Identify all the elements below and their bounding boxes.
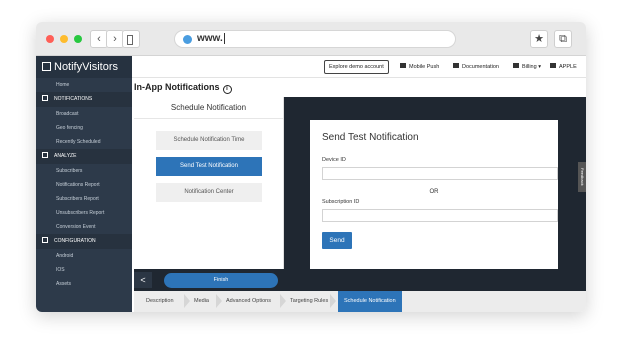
card-icon (513, 63, 519, 68)
sidebar-section-configuration[interactable]: CONFIGURATION (36, 234, 132, 249)
chart-icon (42, 152, 48, 158)
sidebar-item-label: Notifications Report (56, 182, 100, 188)
page-title: In-App Notifications i (134, 82, 232, 94)
notification-center-option[interactable]: Notification Center (156, 183, 262, 202)
send-button[interactable]: Send (322, 232, 352, 249)
sidebar-item-label: Android (56, 253, 74, 259)
user-icon (550, 63, 556, 68)
subscription-id-input[interactable] (322, 209, 558, 222)
account-menu[interactable]: APPLE (550, 60, 577, 74)
sidebar-item-conversion-event[interactable]: Conversion Event (36, 220, 132, 234)
back-button[interactable]: < (134, 272, 152, 288)
bell-icon (42, 95, 48, 101)
sidebar-item-label: ANALYZE (54, 153, 77, 159)
sidebar-item-label: Subscribers Report (56, 196, 99, 202)
step-schedule-notification[interactable]: Schedule Notification (338, 291, 402, 312)
close-window-button[interactable] (46, 35, 54, 43)
sidebar-item-label: Geo fencing (56, 125, 83, 131)
step-description[interactable]: Description (146, 291, 174, 312)
sidebar-item-notifications-report[interactable]: Notifications Report (36, 178, 132, 192)
device-id-input[interactable] (322, 167, 558, 180)
device-id-label: Device ID (322, 157, 346, 163)
sidebar-item-label: NOTIFICATIONS (54, 96, 93, 102)
subscription-id-label: Subscription ID (322, 199, 360, 205)
maximize-window-button[interactable] (74, 35, 82, 43)
sidebar-item-geo-fencing[interactable]: Geo fencing (36, 121, 132, 135)
grid-icon (400, 63, 406, 68)
send-test-option[interactable]: Send Test Notification (156, 157, 262, 176)
sidebar-item-label: IOS (56, 267, 65, 273)
sidebar-item-label: Recently Scheduled (56, 139, 101, 145)
bookmark-star-icon[interactable]: ★ (530, 30, 548, 48)
explore-demo-button[interactable]: Explore demo account (324, 60, 389, 74)
sidebar-item-ios[interactable]: IOS (36, 263, 132, 277)
sidebar: NotifyVisitors Home NOTIFICATIONS Broadcas… (36, 56, 132, 312)
mobile-push-link[interactable]: Mobile Push (400, 60, 439, 74)
feedback-tab[interactable]: Feedback (578, 162, 586, 192)
send-test-dialog: Send Test Notification Device ID OR Subs… (310, 120, 558, 269)
step-advanced-options[interactable]: Advanced Options (226, 291, 271, 312)
document-icon (453, 63, 459, 68)
chevron-right-icon (280, 294, 286, 308)
sidebar-item-recently-scheduled[interactable]: Recently Scheduled (36, 135, 132, 149)
browser-window: ‹ › www. ★ ⧉ NotifyVisitors Home NOTIFICA… (36, 22, 586, 312)
step-breadcrumb: Description Media Advanced Options Targe… (134, 291, 586, 312)
sidebar-item-unsubscribers-report[interactable]: Unsubscribers Report (36, 206, 132, 220)
documentation-link[interactable]: Documentation (453, 60, 499, 74)
sidebar-item-label: Assets (56, 281, 72, 287)
finish-button[interactable]: Finish (164, 273, 278, 288)
sidebar-section-analyze[interactable]: ANALYZE (36, 149, 132, 164)
schedule-panel-heading: Schedule Notification (134, 97, 283, 119)
sidebar-item-label: Unsubscribers Report (56, 210, 105, 216)
logo-icon (42, 62, 51, 71)
new-window-icon[interactable]: ⧉ (554, 30, 572, 48)
chevron-right-icon (330, 294, 336, 308)
schedule-time-option[interactable]: Schedule Notification Time (156, 131, 262, 150)
url-text: www. (197, 33, 223, 45)
brand[interactable]: NotifyVisitors (36, 56, 132, 78)
globe-icon (183, 35, 192, 44)
address-bar[interactable]: www. (174, 30, 456, 48)
chevron-right-icon (184, 294, 190, 308)
info-icon[interactable]: i (222, 85, 232, 94)
step-targeting-rules[interactable]: Targeting Rules (290, 291, 328, 312)
sidebar-item-label: Conversion Event (56, 224, 96, 230)
sidebar-item-label: Home (56, 82, 70, 88)
app-name: NotifyVisitors (54, 61, 118, 73)
or-separator: OR (429, 189, 439, 195)
chevron-right-icon (216, 294, 222, 308)
top-header: Explore demo account Mobile Push Documen… (132, 56, 586, 78)
browser-toolbar: ‹ › www. ★ ⧉ (36, 22, 586, 56)
schedule-panel: Schedule Notification Schedule Notificat… (134, 97, 284, 269)
dialog-title: Send Test Notification (322, 132, 419, 143)
sidebar-item-label: CONFIGURATION (54, 238, 96, 244)
sidebar-item-assets[interactable]: Assets (36, 277, 132, 291)
billing-dropdown[interactable]: Billing ▾ (513, 60, 541, 74)
step-media[interactable]: Media (194, 291, 209, 312)
sidebar-menu: Home NOTIFICATIONS Broadcast Geo fencing Rec… (36, 78, 132, 291)
sidebar-toggle-icon[interactable] (122, 30, 140, 48)
sidebar-item-subscribers-report[interactable]: Subscribers Report (36, 192, 132, 206)
sidebar-item-subscribers[interactable]: Subscribers (36, 164, 132, 178)
sidebar-section-notifications[interactable]: NOTIFICATIONS (36, 92, 132, 107)
sidebar-item-broadcast[interactable]: Broadcast (36, 107, 132, 121)
sidebar-item-android[interactable]: Android (36, 249, 132, 263)
sidebar-item-label: Subscribers (56, 168, 83, 174)
gear-icon (42, 237, 48, 243)
minimize-window-button[interactable] (60, 35, 68, 43)
sidebar-item-home[interactable]: Home (36, 78, 132, 92)
sidebar-item-label: Broadcast (56, 111, 79, 117)
